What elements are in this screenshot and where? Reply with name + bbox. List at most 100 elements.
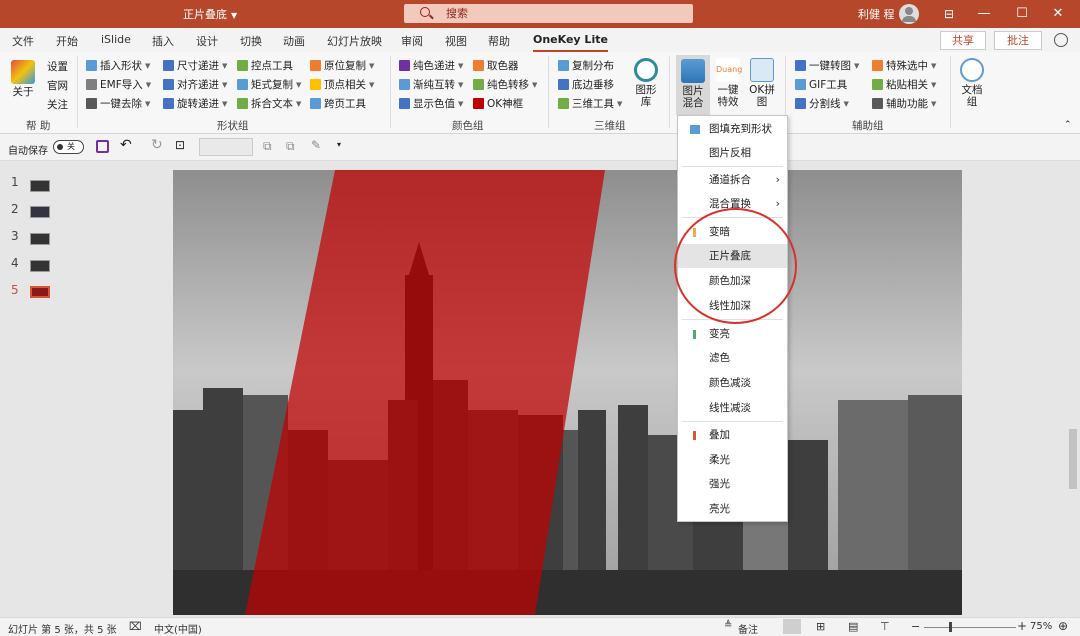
autosave-toggle[interactable]: 关 bbox=[53, 140, 84, 154]
tab-onekey[interactable]: OneKey Lite bbox=[533, 33, 608, 52]
comments-button[interactable]: 批注 bbox=[994, 31, 1042, 50]
close-button[interactable]: ✕ bbox=[1040, 0, 1076, 28]
paste-related-button[interactable]: 粘贴相关 ▼ bbox=[872, 77, 936, 92]
slide-canvas[interactable] bbox=[173, 170, 962, 615]
image-blend-button[interactable]: 图片混合 bbox=[676, 55, 710, 115]
shape-library-button[interactable]: 图形库 bbox=[631, 58, 661, 108]
split-text-button[interactable]: 拆合文本 ▼ bbox=[237, 96, 301, 111]
slide-thumbnail[interactable] bbox=[30, 233, 50, 245]
copy-distribute-button[interactable]: 复制分布 bbox=[558, 58, 614, 73]
menu-item-overlay[interactable]: 叠加 bbox=[678, 423, 787, 447]
fit-slide-icon[interactable]: ⊕ bbox=[1058, 619, 1068, 633]
quick-select-dropdown[interactable] bbox=[199, 138, 253, 156]
language-indicator[interactable]: 中文(中国) bbox=[154, 621, 202, 636]
group-objects-icon[interactable]: ⧉ bbox=[263, 139, 272, 154]
divider-line-button[interactable]: 分割线 ▼ bbox=[795, 96, 849, 111]
show-color-value-button[interactable]: 显示色值 ▼ bbox=[399, 96, 463, 111]
slide-thumbnail[interactable] bbox=[30, 260, 50, 272]
tab-slideshow[interactable]: 幻灯片放映 bbox=[327, 33, 382, 49]
user-name[interactable]: 利健 程 bbox=[858, 6, 895, 22]
customize-qat-icon[interactable]: ▾ bbox=[337, 140, 341, 149]
minimize-button[interactable]: — bbox=[966, 0, 1002, 28]
insert-shape-button[interactable]: 插入形状 ▼ bbox=[86, 58, 150, 73]
menu-item-vivid-light[interactable]: 亮光 bbox=[678, 497, 787, 521]
rotate-step-button[interactable]: 旋转递进 ▼ bbox=[163, 96, 227, 111]
tab-animations[interactable]: 动画 bbox=[283, 33, 305, 49]
size-step-button[interactable]: 尺寸递进 ▼ bbox=[163, 58, 227, 73]
one-click-remove-button[interactable]: 一键去除 ▼ bbox=[86, 96, 150, 111]
tab-review[interactable]: 审阅 bbox=[401, 33, 423, 49]
zoom-level[interactable]: 75% bbox=[1030, 621, 1052, 632]
zoom-slider-thumb[interactable] bbox=[949, 622, 952, 632]
aux-function-button[interactable]: 辅助功能 ▼ bbox=[872, 96, 936, 111]
about-button[interactable]: 关于 bbox=[8, 60, 38, 98]
one-click-effects-button[interactable]: Duang 一键特效 bbox=[712, 58, 744, 108]
menu-item-fill-shape[interactable]: 图填充到形状 bbox=[678, 117, 787, 141]
maximize-button[interactable]: ☐ bbox=[1004, 0, 1040, 28]
zoom-out-icon[interactable]: − bbox=[911, 620, 920, 633]
tab-islide[interactable]: iSlide bbox=[101, 33, 131, 46]
reading-view-icon[interactable]: ▤ bbox=[848, 620, 858, 633]
document-group-button[interactable]: 文档组 bbox=[958, 58, 986, 108]
zoom-in-icon[interactable]: + bbox=[1017, 619, 1027, 633]
redo-icon[interactable]: ↻ bbox=[151, 137, 163, 153]
menu-item-soft-light[interactable]: 柔光 bbox=[678, 448, 787, 472]
tab-insert[interactable]: 插入 bbox=[152, 33, 174, 49]
ungroup-icon[interactable]: ⧉ bbox=[286, 139, 295, 154]
slide-thumbnail[interactable] bbox=[30, 206, 50, 218]
tab-help[interactable]: 帮助 bbox=[488, 33, 510, 49]
menu-item-hard-light[interactable]: 强光 bbox=[678, 472, 787, 496]
tab-design[interactable]: 设计 bbox=[196, 33, 218, 49]
gradient-convert-button[interactable]: 渐纯互转 ▼ bbox=[399, 77, 463, 92]
slide-thumbnail-current[interactable] bbox=[30, 286, 50, 298]
menu-item-invert[interactable]: 图片反相 bbox=[678, 141, 787, 165]
tab-view[interactable]: 视图 bbox=[445, 33, 467, 49]
ok-frame-button[interactable]: OK神框 bbox=[473, 96, 523, 111]
matrix-copy-button[interactable]: 矩式复制 ▼ bbox=[237, 77, 301, 92]
color-picker-button[interactable]: 取色器 bbox=[473, 58, 519, 73]
feedback-icon[interactable] bbox=[1054, 33, 1068, 47]
save-icon[interactable] bbox=[96, 140, 109, 153]
tab-transitions[interactable]: 切换 bbox=[240, 33, 262, 49]
present-icon[interactable]: ⊡ bbox=[175, 138, 185, 152]
3d-tool-button[interactable]: 三维工具 ▼ bbox=[558, 96, 622, 111]
align-step-button[interactable]: 对齐递进 ▼ bbox=[163, 77, 227, 92]
solid-step-button[interactable]: 纯色递进 ▼ bbox=[399, 58, 463, 73]
menu-item-color-dodge[interactable]: 颜色减淡 bbox=[678, 371, 787, 395]
format-painter-icon[interactable]: ✎ bbox=[311, 138, 321, 152]
menu-item-screen[interactable]: 滤色 bbox=[678, 346, 787, 370]
scrollbar-thumb[interactable] bbox=[1069, 429, 1077, 489]
menu-item-channel-split[interactable]: 通道拆合 › bbox=[678, 168, 787, 192]
tab-home[interactable]: 开始 bbox=[56, 33, 78, 49]
slide-thumbnail[interactable] bbox=[30, 180, 50, 192]
menu-item-linear-dodge[interactable]: 线性减淡 bbox=[678, 396, 787, 420]
vertical-scrollbar[interactable] bbox=[1066, 161, 1080, 617]
handle-tool-button[interactable]: 控点工具 bbox=[237, 58, 293, 73]
ok-puzzle-button[interactable]: OK拼图 bbox=[748, 58, 776, 108]
menu-item-lighten[interactable]: 变亮 bbox=[678, 322, 787, 346]
website-button[interactable]: 官网 bbox=[47, 78, 68, 93]
share-button[interactable]: 共享 bbox=[940, 31, 986, 50]
settings-button[interactable]: 设置 bbox=[47, 59, 68, 74]
avatar[interactable] bbox=[899, 4, 919, 24]
vertex-related-button[interactable]: 顶点相关 ▼ bbox=[310, 77, 374, 92]
tab-file[interactable]: 文件 bbox=[12, 33, 34, 49]
document-title[interactable]: 正片叠底 ▼ bbox=[183, 6, 237, 22]
search-box[interactable]: 搜索 bbox=[404, 4, 693, 23]
cross-page-tool-button[interactable]: 跨页工具 bbox=[310, 96, 366, 111]
color-transfer-button[interactable]: 纯色转移 ▼ bbox=[473, 77, 537, 92]
slideshow-view-icon[interactable]: ⊤ bbox=[880, 620, 890, 633]
normal-view-icon[interactable] bbox=[783, 619, 801, 634]
accessibility-icon[interactable]: ⌧ bbox=[129, 620, 142, 633]
notes-button[interactable]: 备注 bbox=[738, 621, 758, 636]
bottom-drop-button[interactable]: 底边垂移 bbox=[558, 77, 614, 92]
collapse-ribbon-icon[interactable]: ⌃ bbox=[1064, 120, 1072, 130]
in-place-copy-button[interactable]: 原位复制 ▼ bbox=[310, 58, 374, 73]
follow-button[interactable]: 关注 bbox=[47, 97, 68, 112]
undo-icon[interactable]: ↶ bbox=[120, 137, 132, 153]
ribbon-display-icon[interactable]: ⊟ bbox=[931, 0, 967, 28]
slide-sorter-icon[interactable]: ⊞ bbox=[816, 620, 825, 633]
zoom-slider[interactable] bbox=[924, 627, 1016, 628]
convert-to-image-button[interactable]: 一键转图 ▼ bbox=[795, 58, 859, 73]
gif-tool-button[interactable]: GIF工具 bbox=[795, 77, 847, 92]
